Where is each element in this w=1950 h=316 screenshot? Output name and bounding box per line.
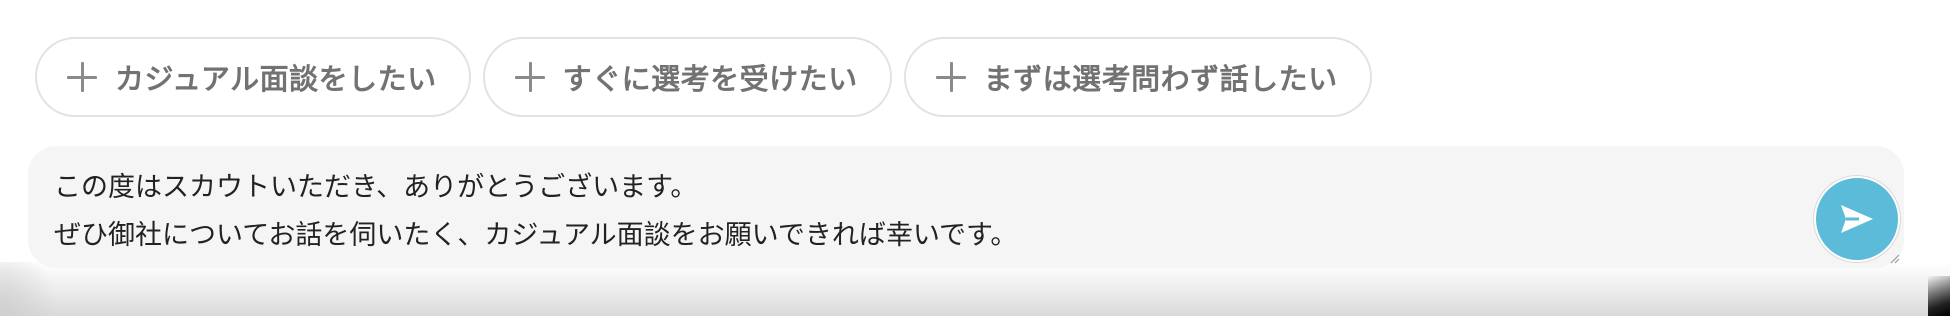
message-composer[interactable]: この度はスカウトいただき、ありがとうございます。 ぜひ御社についてお話を伺いたく… bbox=[28, 146, 1904, 268]
plus-icon bbox=[935, 62, 966, 92]
plus-icon bbox=[67, 62, 97, 92]
plus-icon bbox=[514, 62, 545, 92]
resize-handle-icon[interactable] bbox=[1888, 252, 1900, 264]
send-button[interactable] bbox=[1814, 176, 1900, 262]
message-line-1: この度はスカウトいただき、ありがとうございます。 bbox=[54, 172, 698, 203]
suggestion-chip-label: まずは選考問わず話したい bbox=[983, 62, 1338, 96]
message-textarea[interactable]: この度はスカウトいただき、ありがとうございます。 ぜひ御社についてお話を伺いたく… bbox=[54, 164, 1804, 260]
window-corner bbox=[1928, 276, 1950, 316]
suggestion-chip-immediate-selection[interactable]: すぐに選考を受けたい bbox=[482, 37, 892, 117]
suggestion-chip-talk-first[interactable]: まずは選考問わず話したい bbox=[903, 37, 1372, 117]
send-icon bbox=[1841, 205, 1873, 233]
suggestion-chip-label: カジュアル面談をしたい bbox=[115, 62, 437, 96]
suggestion-chip-label: すぐに選考を受けたい bbox=[562, 62, 858, 96]
message-panel: カジュアル面談をしたい すぐに選考を受けたい まずは選考問わず話したい この度は… bbox=[0, 0, 1950, 268]
bottom-shadow bbox=[0, 262, 1950, 316]
suggestion-chip-casual-interview[interactable]: カジュアル面談をしたい bbox=[35, 37, 471, 117]
suggestion-chips: カジュアル面談をしたい すぐに選考を受けたい まずは選考問わず話したい bbox=[35, 37, 1372, 117]
message-line-2: ぜひ御社についてお話を伺いたく、カジュアル面談をお願いできれば幸いです。 bbox=[54, 220, 1018, 251]
